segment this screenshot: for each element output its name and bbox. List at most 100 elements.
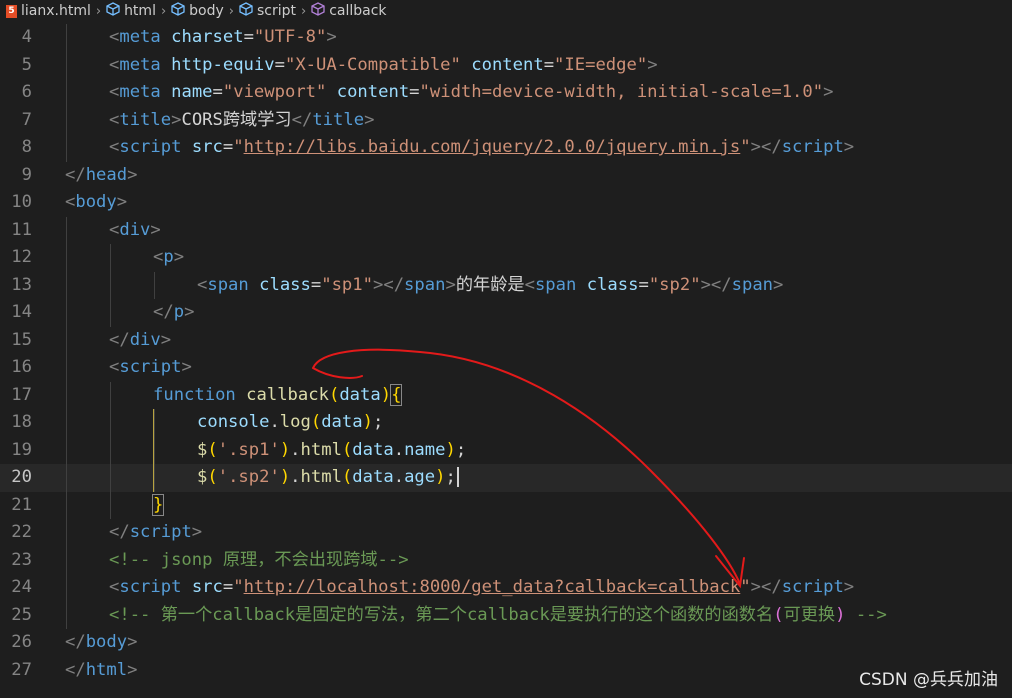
code-token: > — [773, 274, 784, 295]
code-line[interactable]: 14 </p> — [0, 299, 1012, 327]
line-number: 25 — [11, 604, 32, 625]
code-token: content — [336, 82, 410, 102]
code-line[interactable]: 26 </body> — [0, 629, 1012, 657]
code-token: "X-UA-Compatible" — [284, 54, 461, 75]
code-token: </ — [761, 577, 782, 597]
line-number: 19 — [11, 439, 32, 460]
line-number: 5 — [21, 54, 32, 75]
code-token: script — [781, 137, 844, 157]
code-token: ) — [835, 604, 846, 625]
indent-guide — [66, 601, 67, 629]
line-number: 4 — [21, 27, 32, 47]
code-text: <span class="sp1"></span>的年龄是<span class… — [197, 272, 783, 300]
code-token: < — [109, 219, 120, 240]
code-text: } — [151, 492, 165, 520]
code-token: > — [127, 632, 138, 652]
indent-guide — [110, 436, 111, 464]
code-line[interactable]: 19 $('.sp1').html(data.name); — [0, 436, 1012, 464]
chevron-right-icon: › — [160, 3, 167, 19]
breadcrumb-item[interactable]: 5 lianx.html — [6, 3, 91, 19]
code-token: ( — [328, 384, 340, 405]
indent-guide — [110, 299, 111, 327]
line-number: 14 — [11, 302, 32, 322]
code-line[interactable]: 22 </script> — [0, 519, 1012, 547]
code-token: body — [75, 192, 117, 212]
code-token: src — [191, 577, 223, 597]
code-editor[interactable]: 4 <meta charset="UTF-8"> 5 <meta http-equiv… — [0, 24, 1012, 684]
code-token: p — [173, 302, 185, 322]
code-token: > — [647, 54, 658, 75]
code-line[interactable]: 18 console.log(data); — [0, 409, 1012, 437]
code-line[interactable]: 9 </head> — [0, 162, 1012, 190]
code-token: . — [393, 467, 405, 487]
indent-guide — [66, 271, 67, 299]
code-token: > — [843, 137, 855, 157]
code-text: <title>CORS跨域学习</title> — [109, 107, 374, 135]
code-token: data — [352, 439, 394, 460]
code-token: . — [269, 412, 280, 432]
chevron-right-icon: › — [301, 3, 307, 19]
code-line[interactable]: 6 <meta name="viewport" content="width=de… — [0, 79, 1012, 107]
code-line[interactable]: 20 $('.sp2').html(data.age); — [0, 464, 1012, 492]
code-line[interactable]: 16 <script> — [0, 354, 1012, 382]
code-token: "sp2" — [648, 274, 701, 295]
code-line[interactable]: 5 <meta http-equiv="X-UA-Compatible" cont… — [0, 51, 1012, 79]
indent-guide — [66, 436, 67, 464]
line-number: 20 — [11, 467, 32, 487]
code-token: meta — [119, 27, 161, 47]
code-token: http://localhost:8000/get_data?callback=… — [243, 577, 741, 597]
code-token: > — [191, 522, 203, 542]
breadcrumb-item[interactable]: script — [239, 2, 296, 20]
breadcrumb-item[interactable]: html — [106, 2, 156, 20]
code-line[interactable]: 8 <script src="http://libs.baidu.com/jque… — [0, 134, 1012, 162]
element-cube-icon — [239, 2, 253, 20]
code-token: = — [310, 274, 322, 295]
code-line[interactable]: 10 <body> — [0, 189, 1012, 217]
code-token: callback — [246, 384, 329, 405]
code-token: ( — [207, 467, 218, 487]
code-token: < — [153, 247, 164, 267]
indent-guide — [66, 354, 67, 382]
code-token: title — [312, 109, 365, 130]
code-line[interactable]: 13 <span class="sp1"></span>的年龄是<span cla… — [0, 271, 1012, 300]
code-line[interactable]: 25 <!-- 第一个callback是固定的写法，第二个callback是要执行… — [0, 601, 1012, 629]
code-line[interactable]: 7 <title>CORS跨域学习</title> — [0, 106, 1012, 135]
code-line[interactable]: 23 <!-- jsonp 原理，不会出现跨域--> — [0, 546, 1012, 574]
line-number: 6 — [21, 82, 32, 102]
breadcrumb-item[interactable]: callback — [311, 2, 387, 20]
code-token: ; — [445, 467, 456, 487]
watermark: CSDN @兵兵加油 — [859, 670, 998, 690]
code-line[interactable]: 4 <meta charset="UTF-8"> — [0, 24, 1012, 52]
code-token: ( — [310, 412, 322, 432]
breadcrumb-item[interactable]: body — [171, 2, 224, 20]
code-line[interactable]: 15 </div> — [0, 326, 1012, 354]
code-token: meta — [119, 54, 161, 75]
code-token: http://libs.baidu.com/jquery/2.0.0/jquer… — [243, 137, 741, 157]
code-token: meta — [119, 82, 161, 102]
code-token: head — [85, 164, 128, 185]
code-line[interactable]: 12 <p> — [0, 244, 1012, 272]
function-cube-icon — [311, 2, 325, 20]
code-token: <!-- 第一个callback是固定的写法，第二个callback是要执行的这… — [109, 604, 774, 625]
code-token: ; — [455, 439, 467, 460]
code-token: > — [127, 659, 138, 680]
code-line[interactable]: 24 <script src="http://localhost:8000/get… — [0, 574, 1012, 602]
code-line[interactable]: 17 function callback(data){ — [0, 381, 1012, 409]
code-token: < — [109, 27, 120, 47]
code-line[interactable]: 11 <div> — [0, 216, 1012, 245]
code-text: <div> — [109, 217, 161, 245]
code-token: . — [290, 439, 301, 460]
indent-guide — [66, 51, 67, 79]
code-token: html — [300, 467, 342, 487]
code-token: = — [212, 82, 223, 102]
code-token: < — [109, 577, 120, 597]
code-token: " — [233, 137, 244, 157]
indent-guide — [154, 409, 155, 437]
code-token: < — [109, 54, 120, 75]
indent-guide — [66, 409, 67, 437]
code-token: --> — [845, 604, 887, 625]
code-line[interactable]: 21} — [0, 491, 1012, 520]
